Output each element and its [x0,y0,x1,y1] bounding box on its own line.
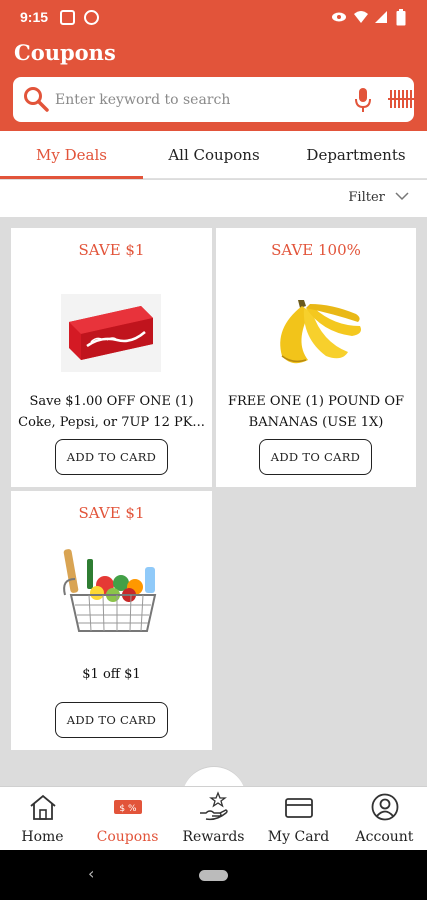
search-input[interactable] [55,87,335,113]
search-icon [23,86,49,116]
nav-my-card[interactable]: My Card [256,787,341,851]
house-icon [28,793,58,825]
coupon-description: $1 off $1 [82,667,141,682]
wifi-icon [354,11,368,23]
coupon-savings: SAVE 100% [271,241,361,259]
system-nav-bar: ‹ [0,850,427,900]
nav-account-label: Account [355,829,414,845]
status-bar: 9:15 [0,0,427,36]
tab-departments[interactable]: Departments [285,131,427,179]
person-circle-icon [371,793,399,825]
home-pill-icon[interactable] [199,870,228,881]
grocery-basket-image [63,549,157,632]
active-tab-indicator [0,176,143,179]
filter-row: Filter [0,180,427,217]
add-to-card-button[interactable]: ADD TO CARD [55,702,168,738]
eye-icon [332,12,346,22]
signal-icon [375,11,387,23]
chevron-down-icon [395,190,409,205]
coupon-description: FREE ONE (1) POUND OF BANANAS (USE 1X) [227,394,405,430]
nav-coupons-label: Coupons [96,829,159,845]
bottom-nav: Home $ % Coupons Rewards My Card Account [0,786,427,850]
status-time: 9:15 [20,9,49,25]
coupon-savings: SAVE $1 [78,504,145,522]
nav-my-card-label: My Card [267,829,330,845]
nav-account[interactable]: Account [342,787,427,851]
coupon-card[interactable]: SAVE $1 Save $1.00 OFF ONE (1) Coke, Pep… [11,228,212,487]
coupon-savings: SAVE $1 [78,241,145,259]
coca-cola-pack-image [61,294,161,372]
coupon-description: Save $1.00 OFF ONE (1) Coke, Pepsi, or 7… [18,394,205,430]
add-to-card-button[interactable]: ADD TO CARD [259,439,372,475]
svg-text:$ %: $ % [119,804,137,814]
skype-notification-icon [60,10,75,25]
dnd-notification-icon [84,10,99,25]
tab-all-coupons[interactable]: All Coupons [143,131,285,179]
microphone-icon[interactable] [355,87,371,117]
tab-my-deals[interactable]: My Deals [0,131,143,179]
nav-home-label: Home [21,829,64,845]
deal-tabs: My Deals All Coupons Departments [0,131,427,179]
app-header: 9:15 Coupons [0,0,427,131]
barcode-scan-icon[interactable] [388,88,416,114]
hand-star-icon [198,791,230,827]
nav-rewards[interactable]: Rewards [171,787,256,851]
search-bar[interactable] [13,77,416,122]
page-title: Coupons [14,40,116,65]
add-to-card-button[interactable]: ADD TO CARD [55,439,168,475]
nav-home[interactable]: Home [0,787,85,851]
filter-label: Filter [348,190,385,205]
filter-button[interactable]: Filter [348,190,409,205]
bananas-image [280,300,361,364]
coupon-tag-icon: $ % [113,799,143,819]
coupon-card[interactable]: SAVE 100% FREE ONE (1) POUND OF BANANAS … [216,228,416,487]
nav-rewards-label: Rewards [182,829,245,845]
coupon-card[interactable]: SAVE $1 $1 off $1 ADD TO CARD [11,491,212,750]
card-icon [284,797,314,823]
nav-coupons[interactable]: $ % Coupons [85,787,170,851]
back-icon[interactable]: ‹ [88,864,94,883]
battery-icon [396,9,406,26]
